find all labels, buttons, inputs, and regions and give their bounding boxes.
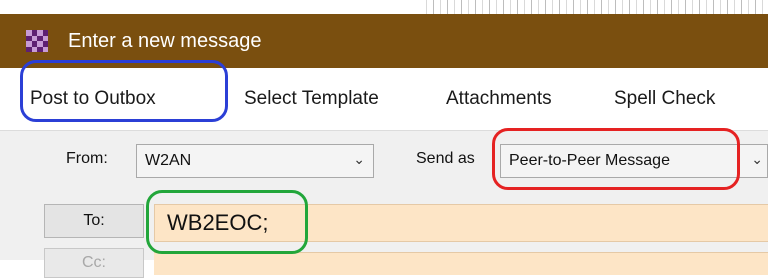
menu-attachments[interactable]: Attachments	[446, 68, 552, 130]
red-highlight-box	[492, 128, 740, 190]
window-title: Enter a new message	[68, 29, 262, 52]
menu-select-template[interactable]: Select Template	[244, 68, 379, 130]
chevron-down-icon: ⌄	[353, 151, 365, 167]
checkerboard-app-icon	[26, 30, 48, 52]
blue-highlight-box	[20, 60, 228, 122]
cc-field[interactable]	[154, 252, 768, 275]
from-label: From:	[66, 150, 108, 167]
chevron-down-icon: ⌄	[751, 151, 763, 167]
menu-spell-check[interactable]: Spell Check	[614, 68, 715, 130]
cc-button[interactable]: Cc:	[44, 248, 144, 278]
from-value: W2AN	[145, 152, 192, 169]
to-button[interactable]: To:	[44, 204, 144, 238]
background-window-strip	[420, 0, 768, 14]
from-select[interactable]: W2AN ⌄	[136, 144, 374, 178]
send-as-label: Send as	[416, 150, 475, 167]
green-highlight-box	[146, 190, 308, 254]
